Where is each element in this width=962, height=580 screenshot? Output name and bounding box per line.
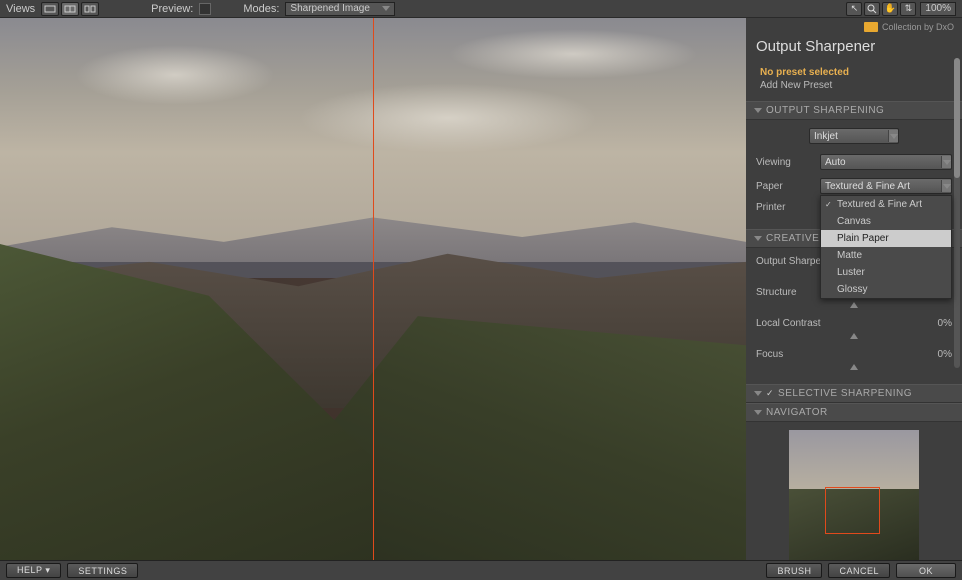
- ok-button[interactable]: OK: [896, 563, 956, 578]
- paper-option[interactable]: Canvas: [821, 213, 951, 230]
- printer-label: Printer: [756, 202, 820, 213]
- views-label: Views: [6, 3, 35, 15]
- slider-value: 0%: [938, 349, 952, 360]
- section-output-sharpening[interactable]: OUTPUT SHARPENING: [746, 101, 962, 120]
- cancel-button[interactable]: CANCEL: [828, 563, 890, 578]
- paper-option[interactable]: Glossy: [821, 281, 951, 298]
- paper-select[interactable]: Textured & Fine Art Textured & Fine Art …: [820, 178, 952, 194]
- slider-value: 0%: [938, 318, 952, 329]
- section-selective-sharpening[interactable]: ✓ SELECTIVE SHARPENING: [746, 384, 962, 403]
- structure-slider[interactable]: [756, 302, 952, 310]
- paper-label: Paper: [756, 181, 820, 192]
- focus-slider[interactable]: [756, 364, 952, 372]
- dropdown-icon: [941, 156, 951, 168]
- scrollbar-thumb[interactable]: [954, 58, 960, 178]
- dropdown-icon: [941, 180, 951, 192]
- right-panel: Collection by DxO Output Sharpener No pr…: [746, 18, 962, 560]
- collapse-icon: [754, 391, 762, 396]
- panel-scrollbar[interactable]: [954, 58, 960, 368]
- collapse-icon: [754, 236, 762, 241]
- preview-checkbox[interactable]: [199, 3, 211, 15]
- collapse-icon: [754, 108, 762, 113]
- zoom-tool-button[interactable]: [864, 2, 880, 16]
- view-split-button[interactable]: [61, 2, 79, 16]
- collapse-icon: [754, 410, 762, 415]
- slider-thumb-icon: [850, 302, 858, 308]
- paper-option[interactable]: Matte: [821, 247, 951, 264]
- slider-thumb-icon: [850, 364, 858, 370]
- slider-label: Focus: [756, 349, 783, 360]
- check-icon: ✓: [766, 388, 774, 399]
- panel-title: Output Sharpener: [746, 36, 962, 63]
- section-navigator[interactable]: NAVIGATOR: [746, 403, 962, 422]
- method-select[interactable]: Inkjet: [809, 128, 899, 144]
- split-divider[interactable]: [373, 18, 374, 560]
- select-tool-button[interactable]: ↖: [846, 2, 862, 16]
- top-toolbar: Views Preview: Modes: Sharpened Image ↖ …: [0, 0, 962, 18]
- paper-option[interactable]: Luster: [821, 264, 951, 281]
- slider-label: Structure: [756, 287, 797, 298]
- nik-logo-icon: [864, 22, 878, 32]
- view-single-button[interactable]: [41, 2, 59, 16]
- paper-option[interactable]: Plain Paper: [821, 230, 951, 247]
- compare-tool-button[interactable]: ⇅: [900, 2, 916, 16]
- hand-tool-button[interactable]: ✋: [882, 2, 898, 16]
- mode-select[interactable]: Sharpened Image: [285, 2, 395, 16]
- navigator-viewport-rect[interactable]: [825, 487, 880, 534]
- view-buttons: [41, 2, 99, 16]
- zoom-display[interactable]: 100%: [920, 2, 956, 16]
- mode-value: Sharpened Image: [290, 3, 370, 14]
- viewing-label: Viewing: [756, 157, 820, 168]
- dropdown-icon: [382, 6, 390, 11]
- slider-label: Local Contrast: [756, 318, 820, 329]
- paper-dropdown-menu: Textured & Fine Art Canvas Plain Paper M…: [820, 195, 952, 299]
- navigator-thumbnail[interactable]: [789, 430, 919, 560]
- modes-label: Modes:: [243, 3, 279, 15]
- view-side-button[interactable]: [81, 2, 99, 16]
- dropdown-icon: [888, 130, 898, 142]
- viewing-select[interactable]: Auto: [820, 154, 952, 170]
- preview-label: Preview:: [151, 3, 193, 15]
- add-preset-link[interactable]: Add New Preset: [760, 80, 948, 91]
- brand-text: Collection by DxO: [882, 22, 954, 32]
- slider-thumb-icon: [850, 333, 858, 339]
- paper-option[interactable]: Textured & Fine Art: [821, 196, 951, 213]
- bottom-toolbar: HELP ▾ SETTINGS BRUSH CANCEL OK: [0, 560, 962, 580]
- help-button[interactable]: HELP ▾: [6, 563, 61, 578]
- brand-bar: Collection by DxO: [746, 18, 962, 36]
- local-contrast-slider[interactable]: [756, 333, 952, 341]
- image-canvas[interactable]: [0, 18, 746, 560]
- brush-button[interactable]: BRUSH: [766, 563, 822, 578]
- no-preset-label: No preset selected: [760, 67, 948, 78]
- settings-button[interactable]: SETTINGS: [67, 563, 138, 578]
